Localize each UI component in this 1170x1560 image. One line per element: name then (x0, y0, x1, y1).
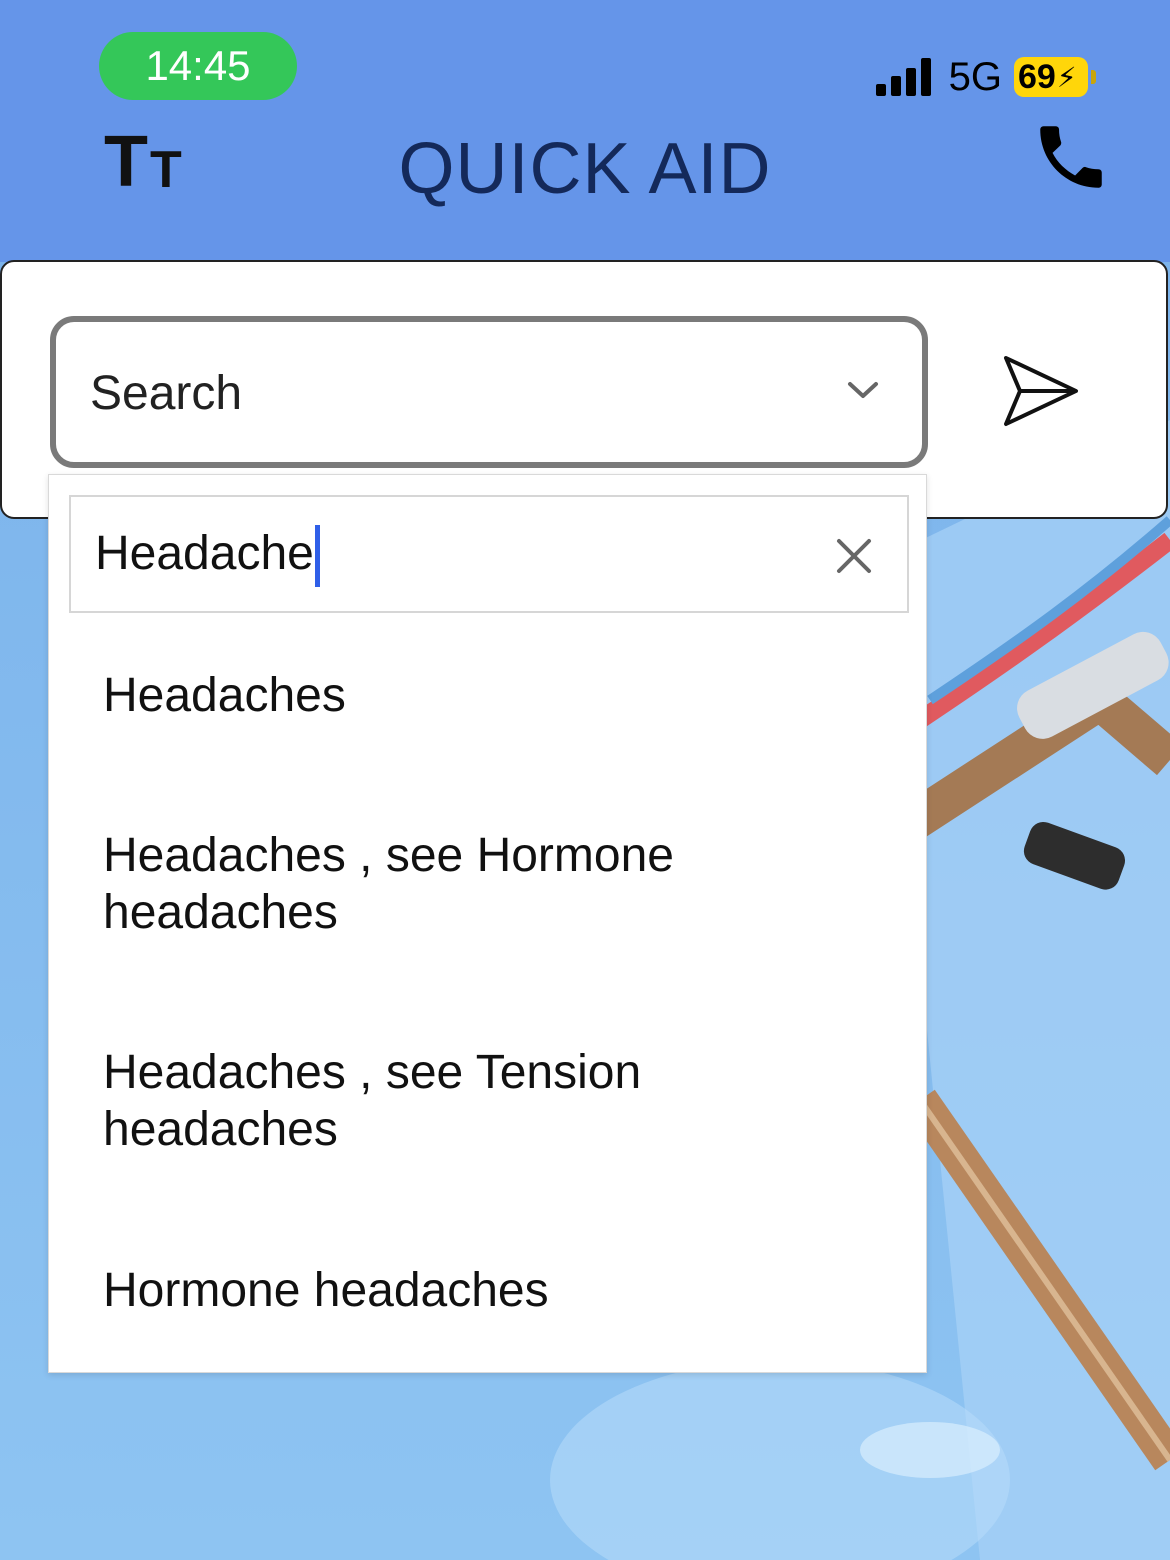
search-select[interactable]: Search (50, 316, 928, 468)
network-type: 5G (948, 54, 1002, 99)
filter-input[interactable]: Headache (95, 521, 320, 588)
dropdown-option[interactable]: Headaches , see Hormone headaches (103, 827, 863, 941)
battery-level: 69 (1018, 57, 1056, 96)
text-caret (314, 525, 320, 588)
dropdown-option[interactable]: Headaches , see Tension headaches (103, 1044, 863, 1158)
send-icon[interactable] (1000, 354, 1080, 428)
dropdown-option[interactable]: Hormone headaches (103, 1262, 863, 1319)
app-header: 14:45 5G 69 ⚡ TT QUICK AID (0, 0, 1170, 262)
battery-icon: 69 ⚡ (1014, 57, 1096, 97)
page-title: QUICK AID (398, 129, 772, 209)
search-select-label: Search (90, 367, 243, 420)
status-time: 14:45 (99, 32, 297, 100)
filter-field[interactable]: Headache (69, 495, 909, 613)
clear-icon[interactable] (835, 537, 873, 575)
chevron-down-icon[interactable] (846, 378, 880, 402)
status-indicators: 5G 69 ⚡ (875, 52, 1096, 102)
signal-icon (875, 58, 931, 96)
phone-icon[interactable] (1030, 116, 1112, 198)
dropdown-option[interactable]: Headaches (103, 667, 863, 724)
filter-value: Headache (95, 527, 314, 580)
search-dropdown: Headache Headaches Headaches , see Hormo… (48, 474, 927, 1373)
